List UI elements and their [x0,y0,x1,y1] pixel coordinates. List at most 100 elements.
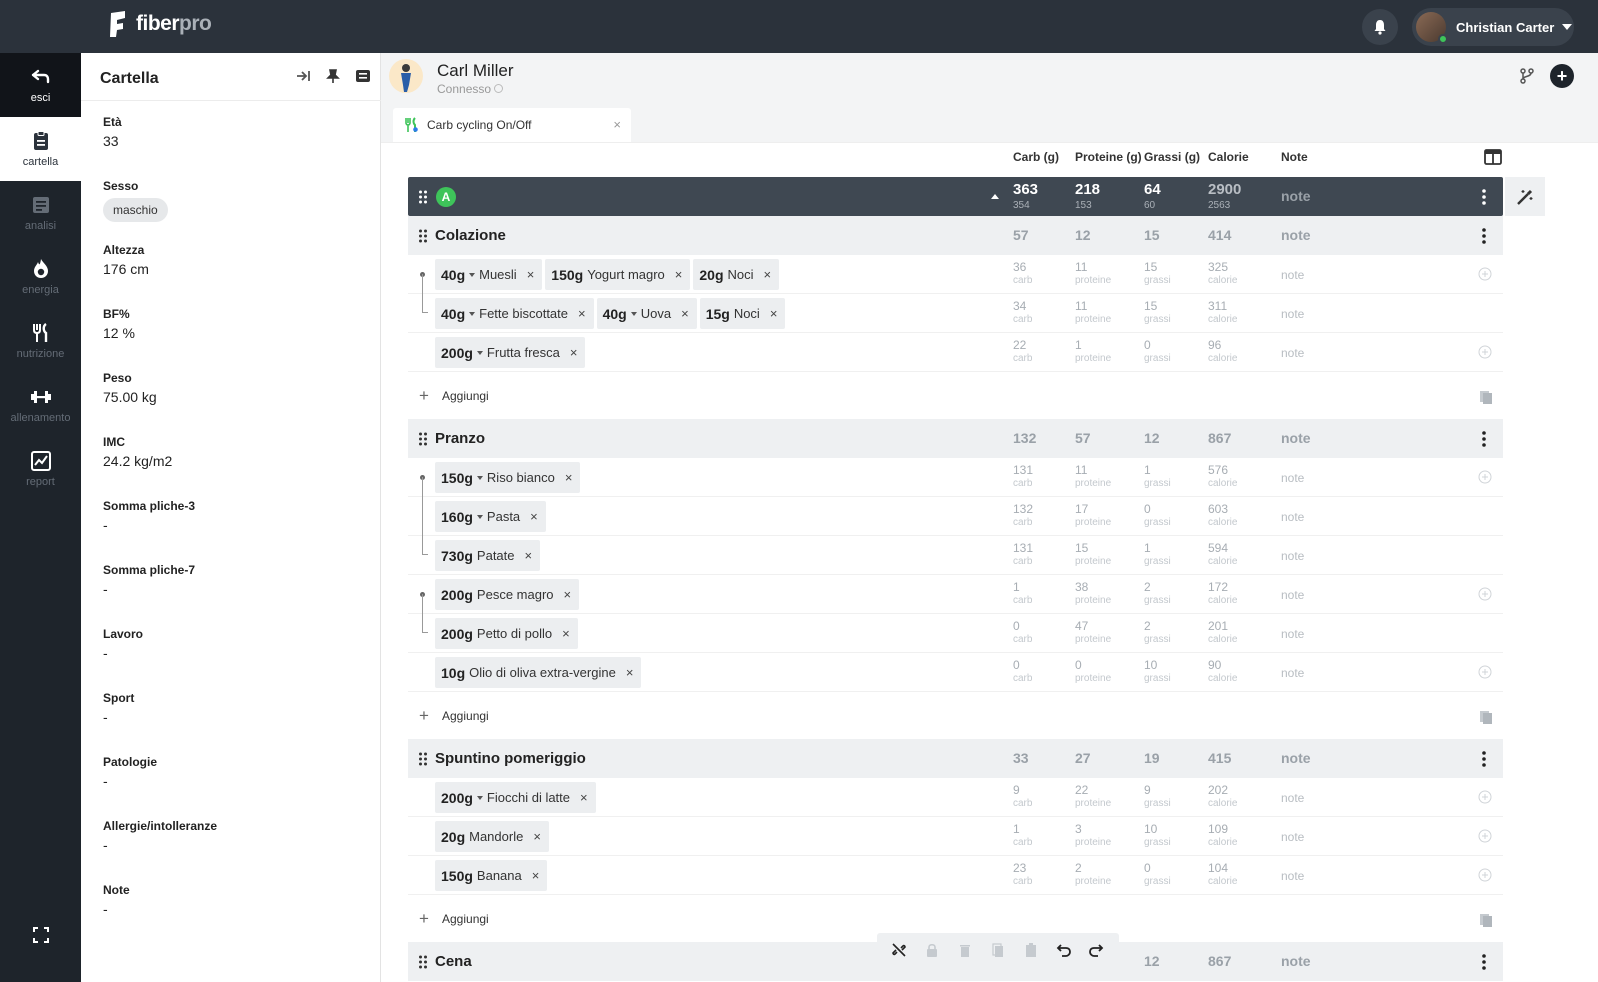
remove-food-icon[interactable]: × [681,306,689,321]
add-food-button[interactable]: Aggiungi [442,709,489,723]
food-chip[interactable]: 15g Noci × [699,298,786,329]
branch-icon[interactable] [1518,67,1536,85]
meal-row[interactable]: Pranzo 132 57 12 867 note [408,419,1503,458]
more-vertical-icon[interactable] [1482,189,1486,205]
food-chip[interactable]: 730g Patate × [435,540,541,571]
add-circle-icon[interactable] [1478,665,1492,679]
nav-item-allenamento[interactable]: allenamento [0,373,81,437]
food-quantity[interactable]: 40g [441,306,465,322]
chevron-down-icon[interactable] [469,272,476,277]
meal-row[interactable]: Spuntino pomeriggio 33 27 19 415 note [408,739,1503,778]
paste-icon[interactable] [1023,942,1039,958]
food-chip[interactable]: 40g Uova × [596,298,697,329]
food-quantity[interactable]: 20g [699,267,723,283]
food-note[interactable]: note [1281,268,1304,282]
add-food-button[interactable]: Aggiungi [442,912,489,926]
food-chip[interactable]: 150g Riso bianco × [435,462,581,493]
nav-item-analisi[interactable]: analisi [0,181,81,245]
trash-icon[interactable] [957,942,973,958]
food-chip[interactable]: 150g Banana × [435,860,548,891]
logo[interactable]: fiberpro [108,11,212,37]
lock-icon[interactable] [924,942,940,958]
paste-icon[interactable] [1479,911,1493,927]
notifications-button[interactable] [1362,9,1398,45]
more-vertical-icon[interactable] [1482,228,1486,244]
remove-food-icon[interactable]: × [562,626,570,641]
food-quantity[interactable]: 730g [441,548,473,564]
sex-pill[interactable]: maschio [103,198,168,222]
magic-wand-button[interactable] [1505,177,1545,216]
user-menu[interactable]: Christian Carter [1412,8,1574,46]
add-circle-icon[interactable] [1478,587,1492,601]
add-circle-icon[interactable] [1478,829,1492,843]
food-note[interactable]: note [1281,471,1304,485]
meal-note[interactable]: note [1281,430,1311,446]
food-chip[interactable]: 20g Noci × [693,259,780,290]
chevron-down-icon[interactable] [476,350,483,355]
nav-back[interactable]: esci [0,53,81,117]
day-row[interactable]: A 363 354 218 153 64 60 2900 2563 note [408,177,1503,216]
food-note[interactable]: note [1281,549,1304,563]
drag-handle-icon[interactable] [418,752,428,766]
food-chip[interactable]: 200g Petto di pollo × [435,618,578,649]
meal-row[interactable]: Colazione 57 12 15 414 note [408,216,1503,255]
remove-food-icon[interactable]: × [570,345,578,360]
columns-layout-icon[interactable] [1484,149,1502,165]
food-note[interactable]: note [1281,627,1304,641]
copy-icon[interactable] [990,942,1006,958]
add-food-button[interactable]: Aggiungi [442,389,489,403]
food-chip[interactable]: 20g Mandorle × [435,821,549,852]
paste-icon[interactable] [1479,708,1493,724]
more-vertical-icon[interactable] [1482,751,1486,767]
plus-icon[interactable]: + [419,909,429,929]
add-circle-icon[interactable] [1478,345,1492,359]
food-note[interactable]: note [1281,346,1304,360]
remove-food-icon[interactable]: × [675,267,683,282]
nav-item-report[interactable]: report [0,437,81,501]
remove-food-icon[interactable]: × [532,868,540,883]
plus-icon[interactable]: + [419,706,429,726]
add-circle-icon[interactable] [1478,868,1492,882]
food-note[interactable]: note [1281,869,1304,883]
nav-item-cartella[interactable]: cartella [0,117,81,181]
tab-carb-cycling[interactable]: Carb cycling On/Off × [393,108,631,142]
food-quantity[interactable]: 10g [441,665,465,681]
more-vertical-icon[interactable] [1482,954,1486,970]
remove-food-icon[interactable]: × [565,470,573,485]
nav-item-energia[interactable]: energia [0,245,81,309]
chevron-down-icon[interactable] [476,514,483,519]
add-circle-icon[interactable] [1478,267,1492,281]
food-note[interactable]: note [1281,830,1304,844]
food-chip[interactable]: 200g Fiocchi di latte × [435,782,596,813]
remove-food-icon[interactable]: × [580,790,588,805]
food-note[interactable]: note [1281,510,1304,524]
drag-handle-icon[interactable] [418,432,428,446]
food-quantity[interactable]: 200g [441,587,473,603]
remove-food-icon[interactable]: × [626,665,634,680]
food-quantity[interactable]: 40g [441,267,465,283]
food-quantity[interactable]: 150g [441,868,473,884]
food-chip[interactable]: 200g Pesce magro × [435,579,580,610]
chevron-down-icon[interactable] [476,795,483,800]
paste-icon[interactable] [1479,388,1493,404]
edit-form-icon[interactable] [355,68,371,84]
food-quantity[interactable]: 200g [441,345,473,361]
food-note[interactable]: note [1281,666,1304,680]
remove-food-icon[interactable]: × [530,509,538,524]
more-vertical-icon[interactable] [1482,431,1486,447]
day-note[interactable]: note [1281,188,1311,204]
food-chip[interactable]: 40g Muesli × [435,259,543,290]
food-quantity[interactable]: 20g [441,829,465,845]
redo-icon[interactable] [1088,942,1104,958]
food-chip[interactable]: 160g Pasta × [435,501,546,532]
remove-food-icon[interactable]: × [764,267,772,282]
remove-food-icon[interactable]: × [564,587,572,602]
add-circle-icon[interactable] [1478,790,1492,804]
chevron-down-icon[interactable] [476,475,483,480]
remove-food-icon[interactable]: × [533,829,541,844]
collapse-caret-icon[interactable] [991,194,999,199]
drag-handle-icon[interactable] [418,190,428,204]
remove-food-icon[interactable]: × [525,548,533,563]
food-quantity[interactable]: 200g [441,626,473,642]
meal-note[interactable]: note [1281,227,1311,243]
